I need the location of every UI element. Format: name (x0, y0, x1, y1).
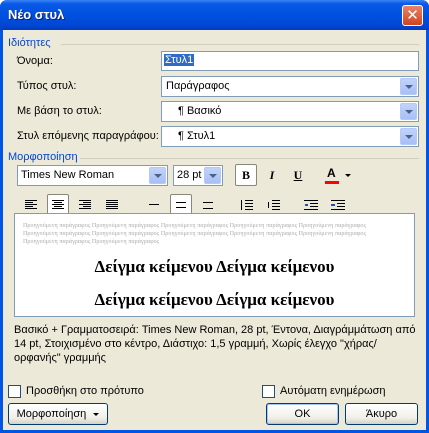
new-style-dialog: Νέο στυλ ✕ Ιδιότητες Όνομα: Στυλ1 Τύπος … (0, 0, 429, 433)
close-icon: ✕ (406, 6, 419, 24)
next-style-value: ¶ Στυλ1 (178, 130, 216, 142)
underline-button[interactable]: U (287, 164, 309, 186)
dialog-body: Ιδιότητες Όνομα: Στυλ1 Τύπος στυλ: Παράγ… (3, 30, 426, 430)
name-input-value: Στυλ1 (164, 54, 195, 66)
chevron-down-icon[interactable] (400, 128, 417, 145)
preview-sample-line-1: Δείγμα κείμενου Δείγμα κείμενου (94, 257, 335, 276)
title-bar: Νέο στυλ ✕ (0, 0, 429, 30)
preview-sample-line-2: Δείγμα κείμενου Δείγμα κείμενου (94, 290, 335, 309)
auto-update-label: Αυτόματη ενημέρωση (280, 385, 386, 397)
chevron-down-icon (93, 412, 100, 416)
style-preview: Προηγούμενη παράγραφος Προηγούμενη παράγ… (14, 213, 415, 317)
font-name-value: Times New Roman (21, 169, 115, 181)
next-style-dropdown[interactable]: ¶ Στυλ1 (161, 126, 419, 147)
font-size-dropdown[interactable]: 28 pt (173, 165, 223, 186)
cancel-button[interactable]: Άκυρο (345, 403, 418, 425)
font-size-value: 28 pt (177, 169, 202, 181)
style-type-label: Τύπος στυλ: (17, 80, 77, 92)
ok-button[interactable]: OK (266, 403, 339, 425)
font-color-swatch (325, 181, 339, 184)
style-description: Βασικό + Γραμματοσειρά: Times New Roman,… (14, 324, 416, 364)
format-button-label: Μορφοποίηση (16, 408, 87, 420)
based-on-dropdown[interactable]: ¶ Βασικό (161, 101, 419, 122)
based-on-label: Με βάση το στυλ: (17, 105, 102, 117)
chevron-down-icon[interactable] (149, 167, 166, 184)
properties-section-title: Ιδιότητες (8, 37, 51, 49)
section-divider (61, 44, 419, 45)
format-menu-button[interactable]: Μορφοποίηση (8, 403, 108, 425)
section-divider (80, 158, 419, 159)
close-button[interactable]: ✕ (402, 5, 423, 26)
style-type-value: Παράγραφος (166, 80, 230, 92)
dialog-title: Νέο στυλ (8, 7, 65, 22)
add-to-template-checkbox[interactable] (8, 385, 21, 398)
style-type-dropdown[interactable]: Παράγραφος (161, 76, 419, 97)
name-label: Όνομα: (17, 55, 53, 67)
chevron-down-icon (345, 174, 351, 177)
chevron-down-icon[interactable] (400, 103, 417, 120)
chevron-down-icon[interactable] (400, 78, 417, 95)
name-input[interactable]: Στυλ1 (161, 51, 419, 71)
based-on-value: ¶ Βασικό (178, 105, 222, 117)
font-name-dropdown[interactable]: Times New Roman (17, 165, 168, 186)
bold-button[interactable]: B (235, 164, 257, 186)
italic-button[interactable]: I (261, 164, 283, 186)
add-to-template-label: Προσθήκη στο πρότυπο (26, 385, 144, 397)
formatting-section-title: Μορφοποίηση (8, 151, 78, 163)
preview-previous-paragraph: Προηγούμενη παράγραφος Προηγούμενη παράγ… (23, 223, 366, 245)
chevron-down-icon[interactable] (204, 167, 221, 184)
next-style-label: Στυλ επόμενης παραγράφου: (17, 130, 159, 142)
auto-update-checkbox[interactable] (262, 385, 275, 398)
font-color-button[interactable]: A (321, 164, 353, 186)
font-color-icon: A (327, 166, 336, 180)
